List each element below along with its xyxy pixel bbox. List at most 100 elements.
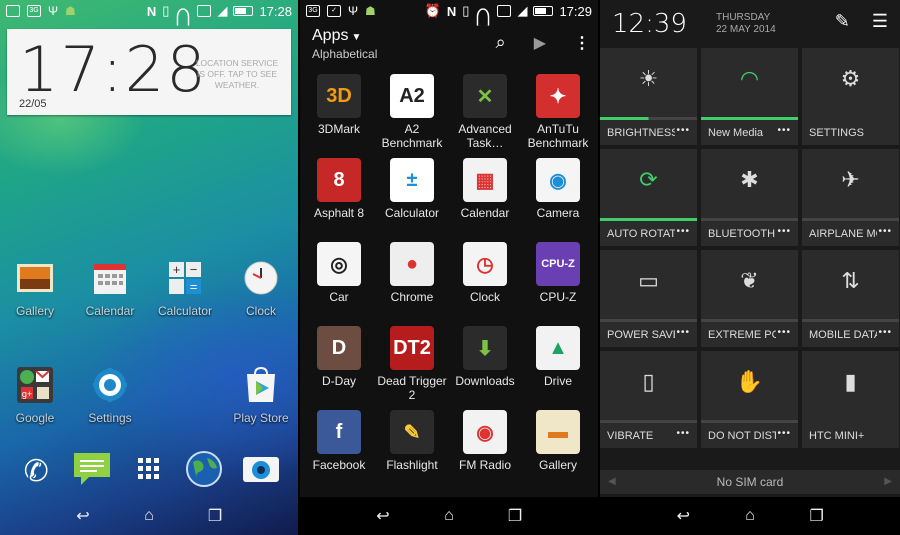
tile-state-bar <box>802 218 899 221</box>
caret-down-icon: ▼ <box>351 32 362 43</box>
search-icon[interactable]: ⌕ <box>496 32 506 53</box>
tile-new-media[interactable]: ◠ New Media ••• <box>701 48 798 145</box>
app-facebook[interactable]: f Facebook <box>302 410 376 472</box>
home-icon[interactable]: ⌂ <box>134 507 164 525</box>
app-flashlight[interactable]: ✎ Flashlight <box>375 410 449 472</box>
app-icon: 8 <box>317 158 361 202</box>
tile-extreme-power-saving[interactable]: ❦ EXTREME POWER SAVING••• <box>701 250 798 347</box>
home-app-calculator[interactable]: + − = Calculator <box>150 258 220 318</box>
app-label: Downloads <box>455 374 515 388</box>
home-icon[interactable]: ⌂ <box>434 507 464 525</box>
status-time: 17:29 <box>559 3 592 19</box>
app-drive[interactable]: ▲ Drive <box>521 326 595 388</box>
app-3dmark[interactable]: 3D 3DMark <box>302 74 376 136</box>
app-asphalt-8[interactable]: 8 Asphalt 8 <box>302 158 376 220</box>
tile-more-icon[interactable]: ••• <box>777 428 791 439</box>
app-fm-radio[interactable]: ◉ FM Radio <box>448 410 522 472</box>
app-icon: ⬇ <box>463 326 507 370</box>
app-icon: DT2 <box>390 326 434 370</box>
app-clock[interactable]: ◷ Clock <box>448 242 522 304</box>
home-app-clock[interactable]: Clock <box>226 258 296 318</box>
tile-more-icon[interactable]: ••• <box>777 125 791 136</box>
nfc-icon: N <box>446 3 457 19</box>
home-folder-google[interactable]: g+ Google <box>0 365 70 425</box>
app-label: AnTuTu Benchmark <box>527 122 589 150</box>
tile-more-icon[interactable]: ••• <box>676 327 690 338</box>
apps-header: Apps ▼ Alphabetical ⌕ ▶ ⋮ <box>300 22 598 68</box>
tile-icon: ▮ <box>844 369 857 394</box>
tile-label: POWER SAVER <box>607 329 675 341</box>
tile-auto-rotate[interactable]: ⟳ AUTO ROTATE••• <box>600 149 697 246</box>
tile-state-bar <box>701 117 798 120</box>
app-label: Chrome <box>390 290 434 304</box>
recents-icon[interactable]: ❐ <box>802 506 832 526</box>
app-downloads[interactable]: ⬇ Downloads <box>448 326 522 388</box>
status-time: 17:28 <box>259 3 292 19</box>
back-icon[interactable]: ↩ <box>368 506 398 526</box>
overflow-menu-icon[interactable]: ⋮ <box>574 33 590 53</box>
app-drawer-icon[interactable] <box>129 457 169 486</box>
back-icon[interactable]: ↩ <box>68 506 98 526</box>
app-icon: ± <box>390 158 434 202</box>
app-gallery[interactable]: ▬ Gallery <box>521 410 595 472</box>
home-app-settings[interactable]: Settings <box>75 365 145 425</box>
list-icon[interactable]: ☰ <box>872 11 888 32</box>
tile-state-bar <box>701 319 798 322</box>
play-store-icon[interactable]: ▶ <box>534 33 546 53</box>
tile-more-icon[interactable]: ••• <box>777 226 791 237</box>
phone-icon[interactable]: ✆ <box>16 454 56 489</box>
browser-icon[interactable] <box>185 450 225 493</box>
app-label: D-Day <box>321 374 356 388</box>
camera-icon[interactable] <box>242 454 282 489</box>
tile-brightness[interactable]: ☀ BRIGHTNESS ••• <box>600 48 697 145</box>
tile-state-bar <box>701 420 798 423</box>
clock-weather-widget[interactable]: 17:28 22/05 LOCATION SERVICE IS OFF. TAP… <box>7 29 291 115</box>
tile-more-icon[interactable]: ••• <box>777 327 791 338</box>
tile-power-saver[interactable]: ▭ POWER SAVER••• <box>600 250 697 347</box>
app-dead-trigger-2[interactable]: DT2 Dead Trigger 2 <box>375 326 449 402</box>
app-a2-benchmark[interactable]: A2 A2 Benchmark <box>375 74 449 150</box>
app-icon: A2 <box>390 74 434 118</box>
app-calculator[interactable]: ± Calculator <box>375 158 449 220</box>
tile-more-icon[interactable]: ••• <box>676 428 690 439</box>
apps-title-dropdown[interactable]: Apps ▼ <box>312 27 361 45</box>
app-chrome[interactable]: ● Chrome <box>375 242 449 304</box>
app-cpu-z[interactable]: CPU-Z CPU-Z <box>521 242 595 304</box>
tile-more-icon[interactable]: ••• <box>676 226 690 237</box>
tile-htc-mini[interactable]: ▮ HTC MINI+ <box>802 351 899 448</box>
app-antutu-benchmark[interactable]: ✦ AnTuTu Benchmark <box>521 74 595 150</box>
home-app-play-store[interactable]: Play Store <box>226 365 296 425</box>
messages-icon[interactable] <box>73 452 113 491</box>
android-icon: ☗ <box>65 4 76 18</box>
app-d-day[interactable]: D D-Day <box>302 326 376 388</box>
app-camera[interactable]: ◉ Camera <box>521 158 595 220</box>
app-label: Gallery <box>538 458 577 472</box>
tile-vibrate[interactable]: ▯ VIBRATE ••• <box>600 351 697 448</box>
app-calendar[interactable]: ▦ Calendar <box>448 158 522 220</box>
vibrate-icon: ▯ <box>162 3 170 18</box>
edit-icon[interactable]: ✎ <box>835 11 850 32</box>
recents-icon[interactable]: ❐ <box>500 506 530 526</box>
home-app-calendar[interactable]: Calendar <box>75 258 145 318</box>
tile-settings[interactable]: ⚙ SETTINGS <box>802 48 899 145</box>
home-app-gallery[interactable]: Gallery <box>0 258 70 318</box>
back-icon[interactable]: ↩ <box>668 506 698 526</box>
app-icon: ▲ <box>536 326 580 370</box>
tile-more-icon[interactable]: ••• <box>878 226 892 237</box>
tile-state-bar <box>600 218 697 221</box>
tile-label: HTC MINI+ <box>809 430 865 442</box>
app-label: CPU-Z <box>539 290 577 304</box>
tile-bluetooth[interactable]: ✱ BLUETOOTH ••• <box>701 149 798 246</box>
tile-do-not-disturb[interactable]: ✋ DO NOT DISTURB••• <box>701 351 798 448</box>
tile-more-icon[interactable]: ••• <box>676 125 690 136</box>
tile-label: EXTREME POWER SAVING <box>708 329 776 341</box>
tile-more-icon[interactable]: ••• <box>878 327 892 338</box>
recents-icon[interactable]: ❐ <box>200 506 230 526</box>
app-advanced-task[interactable]: ✕ Advanced Task… <box>448 74 522 150</box>
app-car[interactable]: ◎ Car <box>302 242 376 304</box>
home-icon[interactable]: ⌂ <box>735 507 765 525</box>
weather-message[interactable]: LOCATION SERVICE IS OFF. TAP TO SEE WEAT… <box>193 58 281 91</box>
svg-text:=: = <box>190 279 198 294</box>
tile-airplane-mode[interactable]: ✈ AIRPLANE MODE••• <box>802 149 899 246</box>
tile-mobile-data[interactable]: ⇅ MOBILE DATA ••• <box>802 250 899 347</box>
